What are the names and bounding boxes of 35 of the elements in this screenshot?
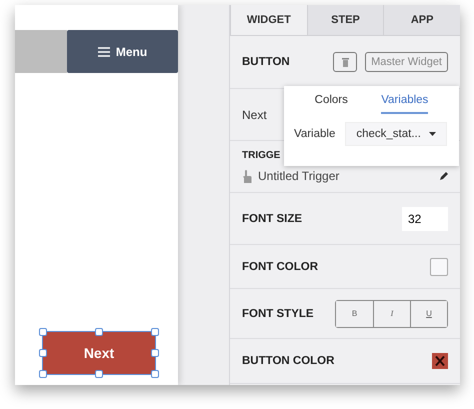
trash-icon xyxy=(342,58,349,66)
popover-tab[interactable]: Colors xyxy=(314,94,348,114)
trigger-heading: TRIGGE xyxy=(242,150,280,161)
font-color-swatch[interactable] xyxy=(430,258,448,276)
resize-handle[interactable] xyxy=(95,328,103,336)
resize-handle[interactable] xyxy=(95,370,103,378)
font-style-label: FONT STYLE xyxy=(242,308,314,320)
variable-label: Variable xyxy=(294,128,336,140)
panel-tab[interactable]: APP xyxy=(383,5,460,35)
font-size-label: FONT SIZE xyxy=(242,212,302,224)
resize-handle[interactable] xyxy=(151,370,159,378)
delete-button[interactable] xyxy=(333,52,358,72)
color-swatch-icon[interactable] xyxy=(432,353,448,369)
resize-handle[interactable] xyxy=(39,328,47,336)
variable-dropdown[interactable]: check_stat... xyxy=(345,122,447,146)
pencil-icon[interactable] xyxy=(439,172,448,180)
header-bar xyxy=(15,30,67,73)
popover-tab[interactable]: Variables xyxy=(381,94,428,114)
button-color-label: BUTTON COLOR xyxy=(242,355,334,367)
resize-handle[interactable] xyxy=(151,328,159,336)
trigger-name[interactable]: Untitled Trigger xyxy=(258,169,433,183)
resize-handle[interactable] xyxy=(39,349,47,357)
menu-icon xyxy=(98,46,110,56)
next-button[interactable]: Next xyxy=(43,332,155,374)
font-size-field[interactable]: 32 xyxy=(402,206,448,230)
panel-tab[interactable]: STEP xyxy=(306,5,384,35)
font-style-button[interactable]: U xyxy=(410,300,447,326)
font-color-label: FONT COLOR xyxy=(242,260,318,272)
hand-icon xyxy=(242,170,252,182)
menu-button[interactable]: Menu xyxy=(67,30,178,73)
caret-icon xyxy=(428,132,436,136)
resize-handle[interactable] xyxy=(39,370,47,378)
button-text-value: Next xyxy=(242,108,267,122)
resize-handle[interactable] xyxy=(151,349,159,357)
widget-type-label: BUTTON xyxy=(242,56,290,68)
